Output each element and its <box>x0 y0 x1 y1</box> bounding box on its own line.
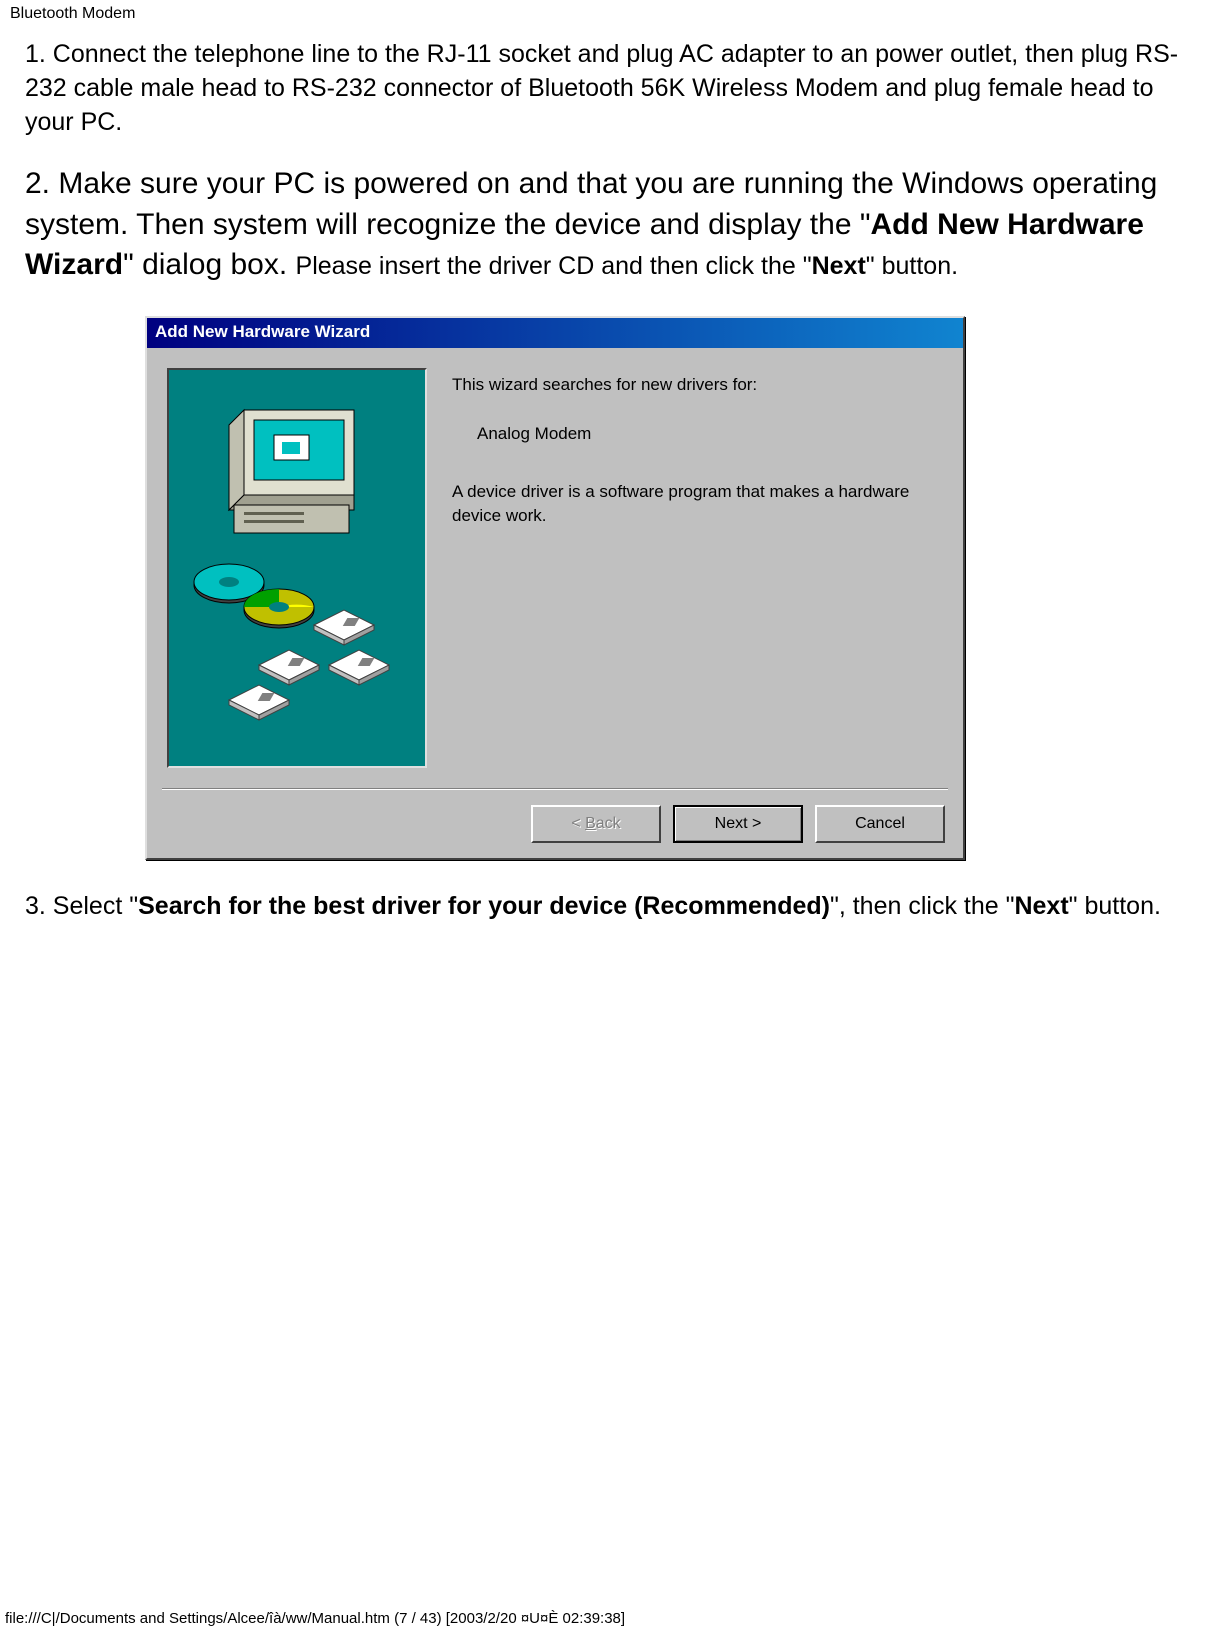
next-button[interactable]: Next > <box>673 805 803 843</box>
computer-monitor-icon <box>214 400 374 545</box>
cancel-button[interactable]: Cancel <box>815 805 945 843</box>
wizard-device-desc: A device driver is a software program th… <box>452 480 938 528</box>
back-underline: B <box>585 815 596 832</box>
step-3-tail: " button. <box>1069 892 1161 920</box>
file-path-footer: file:///C|/Documents and Settings/Alcee/… <box>0 1607 630 1630</box>
step-2-trailing-1: Please insert the driver CD and then cli… <box>296 252 812 280</box>
step-2-trailing-2: " button. <box>866 252 958 280</box>
wizard-device-name: Analog Modem <box>477 422 938 446</box>
step-2-mid: " dialog box. <box>123 248 295 281</box>
back-rest: ack <box>596 815 621 832</box>
cd-disks-icon <box>189 555 409 740</box>
document-content: 1. Connect the telephone line to the RJ-… <box>0 28 1210 959</box>
step-3-text: 3. Select "Search for the best driver fo… <box>25 890 1185 924</box>
step-3-search-bold: Search for the best driver for your devi… <box>138 892 830 920</box>
wizard-title-bar: Add New Hardware Wizard <box>147 318 963 348</box>
wizard-body: This wizard searches for new drivers for… <box>147 348 963 788</box>
step-2-text: 2. Make sure your PC is powered on and t… <box>25 164 1185 286</box>
back-prefix: < <box>571 815 585 832</box>
step-2-next-bold: Next <box>812 252 866 280</box>
wizard-button-row: < Back Next > Cancel <box>147 790 963 858</box>
back-button[interactable]: < Back <box>531 805 661 843</box>
wizard-search-text: This wizard searches for new drivers for… <box>452 373 938 397</box>
step-3-mid: ", then click the " <box>830 892 1015 920</box>
step-3-lead: 3. Select " <box>25 892 138 920</box>
wizard-dialog: Add New Hardware Wizard <box>145 316 965 860</box>
step-1-text: 1. Connect the telephone line to the RJ-… <box>25 38 1185 139</box>
wizard-graphic-panel <box>167 368 427 768</box>
wizard-content-panel: This wizard searches for new drivers for… <box>442 348 963 788</box>
page-header: Bluetooth Modem <box>0 0 1210 28</box>
step-3-next-bold: Next <box>1014 892 1068 920</box>
